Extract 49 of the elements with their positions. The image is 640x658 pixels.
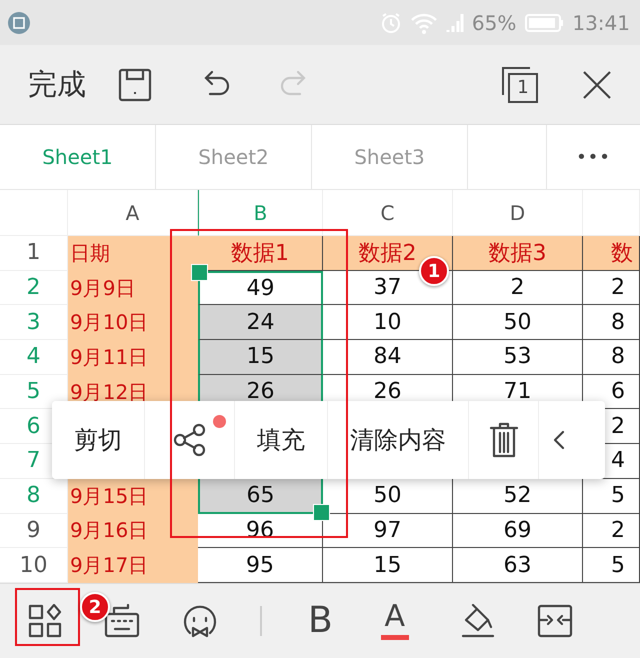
status-time: 13:41 <box>572 10 630 34</box>
table-cell: 2 <box>611 414 625 439</box>
table-cell: 15 <box>374 552 402 578</box>
column-header[interactable]: C <box>323 190 453 236</box>
table-cell: 9月16日 <box>70 517 148 544</box>
table-cell: 5 <box>611 552 625 578</box>
table-cell: 8 <box>611 344 625 370</box>
table-cell: 2 <box>611 518 625 543</box>
battery-percent: 65% <box>472 10 516 34</box>
table-cell: 9月15日 <box>70 482 148 510</box>
table-cell: 53 <box>504 344 532 370</box>
table-cell: 95 <box>246 552 274 578</box>
table-cell: 50 <box>374 483 402 508</box>
table-cell: 9月11日 <box>70 344 148 371</box>
table-cell-text: 数据2 <box>358 240 416 268</box>
column-header[interactable]: D <box>453 190 583 236</box>
table-cell: 2 <box>510 275 524 300</box>
table-cell: 2 <box>611 275 625 300</box>
table-cell: 24 <box>246 310 274 335</box>
table-cell: 9月10日 <box>70 309 148 336</box>
table-cell: 49 <box>246 276 274 302</box>
menu-item[interactable]: 剪切 <box>52 401 145 479</box>
table-cell-text: 数据3 <box>488 240 546 268</box>
table-cell-text: 数 <box>611 240 633 268</box>
done-button[interactable]: 完成 <box>28 64 86 104</box>
menu-item[interactable]: 清除内容 <box>328 401 469 479</box>
table-cell: 52 <box>504 483 532 508</box>
table-cell-text: 数据1 <box>231 240 289 268</box>
table-cell: 日期 <box>70 240 110 267</box>
table-cell: 9月9日 <box>70 274 136 302</box>
table-cell: 69 <box>504 518 532 543</box>
table-cell: 97 <box>374 518 402 543</box>
table-cell: 63 <box>504 552 532 578</box>
table-cell: 15 <box>246 344 274 370</box>
table-cell: 10 <box>374 310 402 335</box>
table-cell: 9月17日 <box>70 552 148 580</box>
table-cell: 8 <box>611 310 625 335</box>
table-cell: 50 <box>504 310 532 335</box>
table-cell: 37 <box>374 275 402 300</box>
bold-button[interactable]: B <box>308 602 333 639</box>
column-header[interactable]: A <box>68 190 198 236</box>
font-color-button[interactable]: A <box>380 602 409 640</box>
menu-item[interactable]: 填充 <box>235 401 328 479</box>
table-cell: 6 <box>611 379 625 404</box>
table-cell: 84 <box>374 344 402 370</box>
table-cell: 71 <box>504 379 532 404</box>
table-cell: 5 <box>611 483 625 508</box>
table-cell: 4 <box>611 448 625 474</box>
table-cell: 65 <box>246 482 274 508</box>
